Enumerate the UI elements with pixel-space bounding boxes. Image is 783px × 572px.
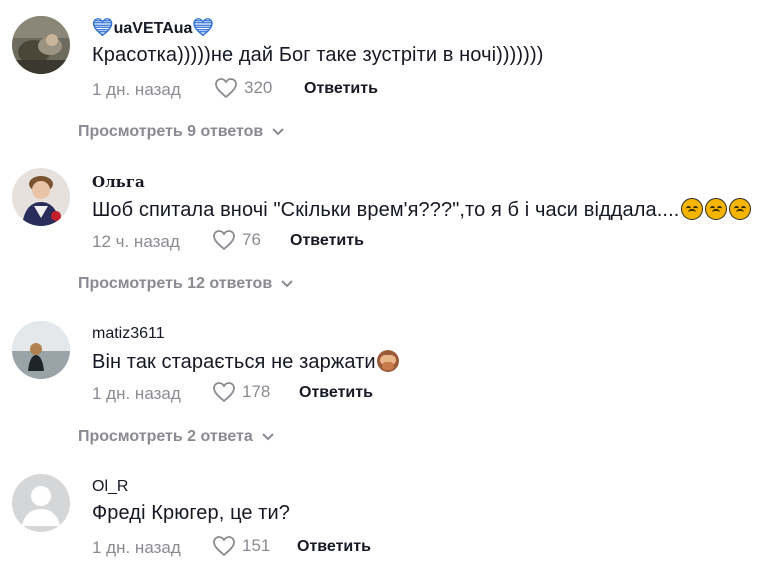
like-count: 178 — [242, 382, 271, 401]
view-replies-button[interactable]: Просмотреть 9 ответов — [78, 123, 285, 141]
heart-outline-icon — [213, 382, 235, 403]
avatar[interactable] — [12, 16, 70, 74]
comment-text: Шоб спитала вночі "Скільки врем'я???",то… — [92, 198, 752, 222]
chevron-down-icon — [281, 280, 293, 288]
comment-time: 1 дн. назад — [92, 538, 181, 557]
blue-heart-icon: 💙︎ — [192, 18, 215, 37]
username[interactable]: matiz3611 — [92, 325, 165, 343]
view-replies-button[interactable]: Просмотреть 12 ответов — [78, 275, 294, 293]
comment-time: 12 ч. назад — [92, 232, 180, 251]
heart-outline-icon — [215, 78, 237, 99]
heart-outline-icon — [213, 536, 235, 557]
frowning-face-icon — [729, 198, 752, 220]
avatar[interactable] — [12, 168, 70, 226]
frowning-face-icon — [705, 198, 728, 220]
chevron-down-icon — [272, 128, 284, 136]
avatar[interactable] — [12, 321, 70, 379]
comment-text: Красотка)))))не дай Бог таке зустріти в … — [92, 44, 544, 66]
blue-heart-icon: 💙︎ — [92, 18, 114, 37]
like-button[interactable]: 320 — [214, 77, 272, 99]
like-button[interactable]: 76 — [212, 229, 261, 251]
frowning-face-icon — [681, 198, 704, 220]
username[interactable]: 💙︎uaVETAua💙︎ — [92, 18, 214, 38]
like-count: 151 — [242, 536, 271, 555]
reply-button[interactable]: Ответить — [297, 538, 371, 556]
comment-time: 1 дн. назад — [92, 80, 181, 99]
reply-button[interactable]: Ответить — [299, 384, 373, 402]
like-count: 320 — [244, 78, 273, 97]
heart-outline-icon — [213, 230, 235, 251]
view-replies-button[interactable]: Просмотреть 2 ответа — [78, 428, 275, 446]
see-no-evil-monkey-icon — [376, 350, 399, 372]
username[interactable]: Ol_R — [92, 478, 128, 496]
like-count: 76 — [242, 230, 261, 249]
reply-button[interactable]: Ответить — [290, 232, 364, 250]
comment-text: Фреді Крюгер, це ти? — [92, 502, 291, 524]
username[interactable]: Ольга — [92, 173, 145, 191]
reply-button[interactable]: Ответить — [304, 80, 378, 98]
avatar[interactable] — [12, 474, 70, 532]
chevron-down-icon — [262, 433, 274, 441]
like-button[interactable]: 151 — [212, 535, 270, 557]
comment-time: 1 дн. назад — [92, 384, 181, 403]
comment-text: Він так старається не заржати — [92, 350, 399, 374]
like-button[interactable]: 178 — [212, 381, 270, 403]
